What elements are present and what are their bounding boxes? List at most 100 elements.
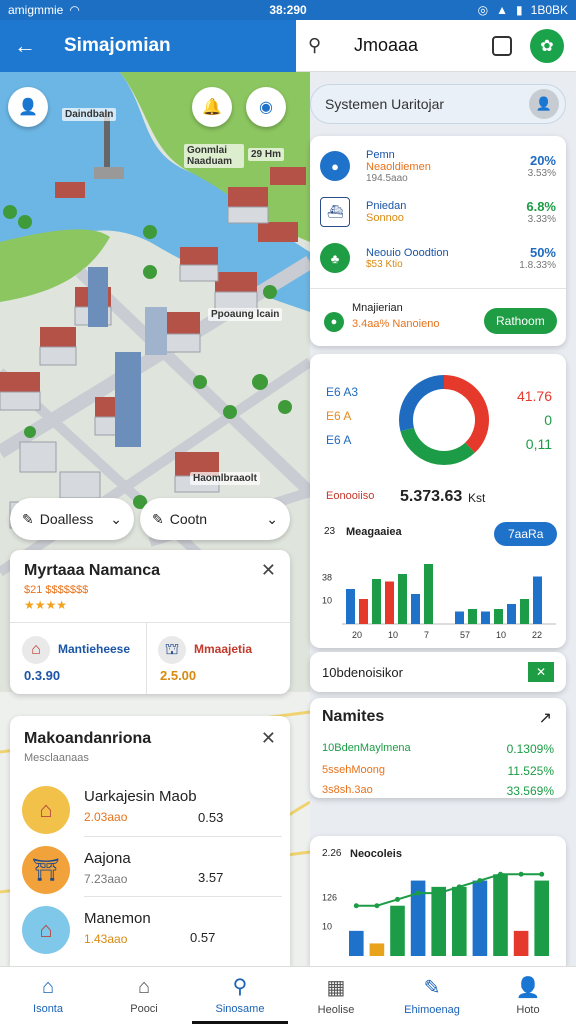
house-icon: ⌂ [22, 906, 70, 954]
metric-sub: 194.5aao [366, 172, 408, 184]
bar [468, 609, 477, 624]
place-item-value: 2.5.00 [160, 668, 197, 683]
metric-title2: Sonnoo [366, 212, 404, 224]
nav-item-buildings[interactable]: ▦ Heolise [288, 967, 384, 1024]
bar [494, 609, 503, 624]
bottom-nav: ⌂ Isonta ⌂ Pooci ⚲ Sinosame ▦ Heolise ✎ Ehimo… [0, 966, 576, 1024]
home-icon: ⌂ [41, 976, 55, 998]
list-item[interactable]: ⛩ Aajona 7.23aao 3.57 [22, 842, 282, 898]
list-title: Makoandanriona [24, 730, 152, 747]
chevron-down-icon: ⌄ [110, 510, 122, 527]
nav-item-edit[interactable]: ✎ Ehimoenag [384, 967, 480, 1024]
expand-icon[interactable]: ↗ [539, 708, 552, 728]
list-item-sub: 7.23aao [84, 872, 128, 886]
ship-icon: ⛴ [320, 197, 350, 227]
notification-map-button[interactable]: 🔔 [192, 87, 232, 127]
metric-row[interactable]: ♣ Neouio Ooodtion $53 Ktio 50% 1.8.33% [310, 236, 566, 280]
list-item-name: Manemon [84, 910, 151, 927]
bar [507, 604, 516, 624]
excel-icon: ✕ [528, 662, 554, 682]
filter-pill-left[interactable]: ✎ Doalless ⌄ [10, 498, 134, 540]
legend-item: E6 A [326, 428, 358, 452]
map-label: 29 Hm [248, 148, 285, 161]
donut-value: 0 [544, 412, 552, 428]
chat-icon[interactable] [492, 35, 512, 56]
trending-value: 0.1309% [506, 742, 554, 756]
metric-title: Neouio Ooodtion [366, 246, 449, 259]
metric-action-button[interactable]: Rathoom [484, 308, 557, 334]
place-item-label: Mmaajetia [194, 642, 253, 656]
nav-item-search[interactable]: ⚲ Sinosame [192, 967, 288, 1024]
bar [493, 874, 508, 956]
pin-icon: ● [320, 151, 350, 181]
bar-chart-button[interactable]: 7aaRa [494, 522, 558, 546]
list-item-value: 0.57 [190, 930, 216, 945]
y-tick-label: 10 [322, 596, 332, 606]
profile-map-button[interactable]: 👤 [8, 87, 48, 127]
bar [346, 589, 355, 624]
bar [513, 930, 529, 956]
analytics-card: E6 A3 E6 A E6 A 41.76 0 0,11 Eonooiiso 5… [310, 354, 566, 648]
filter-label: Cootn [169, 511, 208, 527]
trend-point [539, 871, 545, 877]
y-tick-label: 126 [322, 892, 337, 902]
bar [452, 886, 467, 956]
place-price: $21 $$$$$$$ [24, 584, 89, 596]
bar [398, 574, 407, 624]
donut-caption-value: 5.373.63 [400, 488, 463, 505]
home-icon: ⌂ [22, 636, 50, 664]
person-icon[interactable]: 👤 [529, 89, 559, 119]
right-search-text: Systemen Uaritojar [325, 96, 445, 112]
excel-label: 10bdenoisikor [322, 664, 403, 680]
metric-sub: $53 Ktio [366, 258, 403, 270]
house-icon: ⌂ [137, 976, 151, 998]
trend-point [518, 871, 524, 877]
bar [390, 905, 405, 956]
trending-title: Namites [322, 708, 385, 725]
metric-row[interactable]: ● Pemn Neaoldiemen 194.5aao 20% 3.53% [310, 144, 566, 188]
back-arrow-icon[interactable]: ← [14, 33, 44, 59]
filter-pill-right[interactable]: ✎ Cootn ⌄ [140, 498, 290, 540]
excel-card[interactable]: 10bdenoisikor ✕ [310, 652, 566, 692]
divider [10, 622, 290, 623]
bar-chart-ylabel-top: 23 [324, 526, 336, 537]
close-icon[interactable]: ✕ [261, 728, 276, 749]
close-icon[interactable]: ✕ [261, 560, 276, 581]
list-item-name: Uarkajesin Maob [84, 788, 197, 805]
nav-label: Hoto [516, 1004, 540, 1016]
trending-label: 3s8sh.3ao [322, 784, 373, 796]
chevron-down-icon: ⌄ [266, 510, 278, 527]
avatar[interactable]: ✿ [530, 28, 564, 63]
legend-label: E6 A [326, 409, 352, 423]
filter-label: Doalless [39, 511, 94, 527]
list-item[interactable]: ⌂ Uarkajesin Maob 2.03aao 0.53 [22, 782, 282, 838]
search-icon[interactable]: ⚲ [308, 35, 338, 56]
donut-caption-left: Eonooiiso [326, 490, 375, 502]
metric-value-sub: 3.53% [527, 168, 556, 179]
list-item[interactable]: ⌂ Manemon 1.43aao 0.57 [22, 902, 282, 958]
bar [533, 576, 542, 624]
divider [146, 622, 147, 694]
list-item-value: 3.57 [198, 870, 224, 885]
nav-item-home[interactable]: ⌂ Isonta [0, 967, 96, 1024]
trending-value: 33.569% [506, 784, 554, 798]
metric-row[interactable]: ⛴ Pniedan Sonnoo 6.8% 3.33% [310, 190, 566, 234]
browser-map-button[interactable]: ◉ [246, 87, 286, 127]
trending-value: 11.525% [507, 764, 554, 778]
bar [455, 611, 464, 624]
leaf-icon: ● [324, 312, 344, 332]
metric-title: Pemn [366, 148, 395, 161]
right-header-title: Jmoaaa [354, 35, 419, 55]
trend-point [436, 890, 442, 896]
metric-value-sub: 1.8.33% [519, 260, 556, 271]
pencil-icon: ✎ [152, 510, 164, 527]
place-item-value: 0.3.90 [24, 668, 61, 683]
x-tick-label: 10 [496, 630, 506, 640]
nav-item-places[interactable]: ⌂ Pooci [96, 967, 192, 1024]
place-card[interactable]: Myrtaaa Namanca ✕ $21 $$$$$$$ ★★★★ ⌂ Man… [10, 550, 290, 694]
nav-item-profile[interactable]: 👤 Hoto [480, 967, 576, 1024]
right-search-bar[interactable]: Systemen Uaritojar 👤 [310, 84, 566, 124]
donut-slice [443, 375, 489, 453]
tower-icon: ⛫ [158, 636, 186, 664]
divider [310, 288, 566, 289]
